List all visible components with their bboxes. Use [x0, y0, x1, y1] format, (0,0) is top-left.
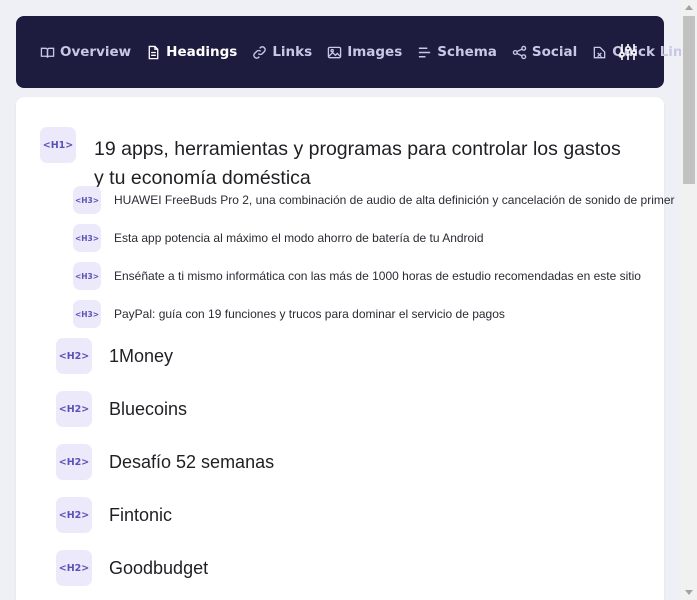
heading-level-badge: <H3>	[73, 262, 101, 290]
heading-level-badge: <H3>	[73, 300, 101, 328]
heading-text: Desafío 52 semanas	[109, 452, 275, 472]
heading-level-badge: <H2>	[56, 338, 92, 374]
heading-level-badge: <H2>	[56, 444, 92, 480]
link-icon	[253, 45, 267, 59]
nav-headings[interactable]: Headings	[146, 44, 237, 60]
page-viewport: Overview Headings Links Images Schema So…	[0, 0, 681, 600]
quick-links-icon	[593, 46, 606, 58]
nav-overview-label: Overview	[60, 44, 132, 60]
heading-h2[interactable]: <H2> Bluecoins	[56, 391, 187, 427]
top-navbar: Overview Headings Links Images Schema So…	[16, 16, 681, 88]
document-icon	[148, 45, 159, 59]
nav-links[interactable]: Links	[252, 44, 312, 60]
vertical-scrollbar[interactable]	[681, 0, 697, 600]
nav-overview[interactable]: Overview	[40, 44, 131, 60]
nav-social-label: Social	[531, 44, 578, 60]
nav-images[interactable]: Images	[327, 44, 402, 60]
nav-links-label: Links	[272, 44, 313, 60]
heading-level-badge: <H2>	[56, 497, 92, 533]
nav-social[interactable]: Social	[512, 44, 577, 60]
heading-level-badge: <H2>	[56, 391, 92, 427]
align-icon	[419, 47, 431, 57]
heading-text: PayPal: guía con 19 funciones y trucos p…	[114, 307, 505, 321]
heading-level-badge: <H2>	[56, 550, 92, 586]
heading-level-badge: <H3>	[73, 224, 101, 252]
scroll-thumb[interactable]	[683, 16, 695, 184]
heading-text: Enséñate a ti mismo informática con las …	[114, 269, 641, 283]
heading-h3[interactable]: <H3> Esta app potencia al máximo el modo…	[73, 224, 484, 252]
heading-level-badge: <H1>	[40, 127, 76, 163]
heading-h2[interactable]: <H2> Desafío 52 semanas	[56, 444, 274, 480]
heading-text: 1Money	[109, 346, 174, 366]
heading-h3[interactable]: <H3> HUAWEI FreeBuds Pro 2, una combinac…	[73, 186, 675, 214]
heading-level-badge: <H3>	[73, 186, 101, 214]
nav-images-label: Images	[347, 44, 403, 60]
book-icon	[40, 47, 55, 58]
heading-text: Goodbudget	[109, 558, 209, 578]
heading-text: 19 apps, herramientas y programas para c…	[94, 138, 621, 189]
heading-text: Bluecoins	[109, 399, 188, 419]
heading-h3[interactable]: <H3> PayPal: guía con 19 funciones y tru…	[73, 300, 505, 328]
nav-headings-label: Headings	[166, 44, 238, 60]
scroll-up-arrow-icon[interactable]	[685, 5, 693, 10]
headings-card: <H1> 19 apps, herramientas y programas p…	[16, 97, 675, 600]
heading-text: HUAWEI FreeBuds Pro 2, una combinación d…	[114, 193, 675, 207]
heading-h2[interactable]: <H2> Fintonic	[56, 497, 172, 533]
sliders-icon[interactable]	[618, 42, 638, 62]
heading-text: Esta app potencia al máximo el modo ahor…	[114, 231, 484, 245]
heading-text: Fintonic	[109, 505, 173, 525]
nav-schema-label: Schema	[437, 44, 497, 60]
image-icon	[327, 46, 342, 58]
heading-h2[interactable]: <H2> 1Money	[56, 338, 173, 374]
share-icon	[512, 45, 527, 59]
heading-h3[interactable]: <H3> Enséñate a ti mismo informática con…	[73, 262, 641, 290]
heading-h1[interactable]: <H1> 19 apps, herramientas y programas p…	[40, 127, 634, 193]
heading-h2[interactable]: <H2> Goodbudget	[56, 550, 208, 586]
nav-schema[interactable]: Schema	[417, 44, 497, 60]
scroll-down-arrow-icon[interactable]	[685, 590, 693, 595]
